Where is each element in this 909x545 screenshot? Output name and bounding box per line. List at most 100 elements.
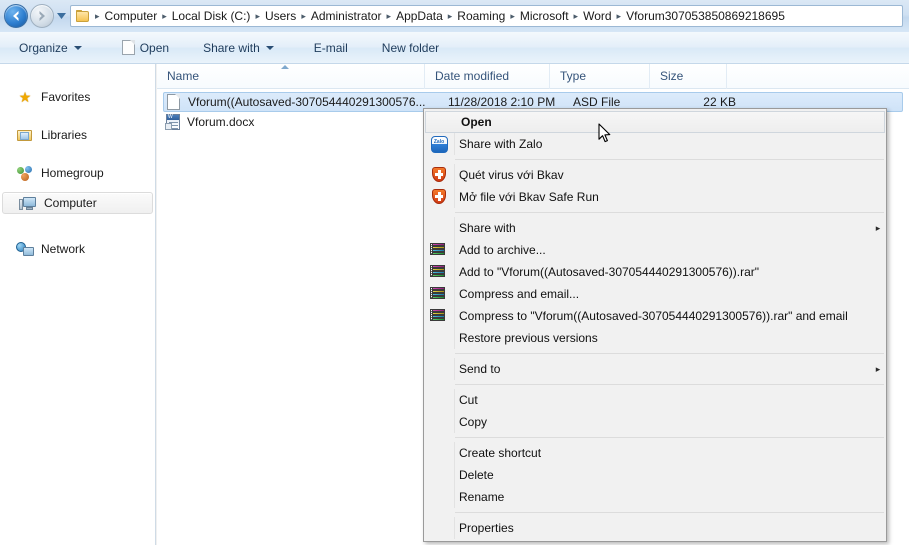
sidebar-item-libraries[interactable]: Libraries — [0, 116, 155, 154]
computer-icon — [19, 195, 37, 211]
breadcrumb-item-microsoft[interactable]: Microsoft — [517, 8, 572, 24]
submenu-arrow-icon: ▸ — [875, 363, 881, 374]
context-menu-item-add-to-archive[interactable]: Add to archive... — [424, 239, 886, 261]
menu-separator — [455, 353, 884, 354]
context-menu-item-label: Share with — [459, 221, 516, 235]
context-menu-item-open[interactable]: Open — [425, 111, 885, 133]
libraries-icon — [16, 127, 34, 143]
context-menu-item-label: Restore previous versions — [459, 331, 598, 345]
column-header-label: Type — [560, 69, 587, 83]
breadcrumb-item-users[interactable]: Users — [262, 8, 299, 24]
context-menu-item-scan-with-bkav[interactable]: Quét virus với Bkav — [424, 164, 886, 186]
chevron-down-icon — [56, 13, 66, 19]
breadcrumb-bar[interactable]: ▸ Computer ▸ Local Disk (C:) ▸ Users ▸ A… — [70, 5, 903, 27]
column-header-name[interactable]: Name — [157, 63, 425, 89]
menu-icon-slot — [424, 283, 454, 305]
column-header-size[interactable]: Size — [650, 63, 727, 89]
context-menu-item-open-with-bkav-safe-run[interactable]: Mở file với Bkav Safe Run — [424, 186, 886, 208]
file-type-cell: ASD File — [573, 95, 621, 109]
menu-icon-slot — [424, 464, 454, 486]
breadcrumb-separator: ▸ — [301, 10, 306, 21]
submenu-arrow-icon: ▸ — [875, 222, 881, 233]
context-menu-item-compress-and-email[interactable]: Compress and email... — [424, 283, 886, 305]
context-menu-item-compress-to-named-rar-and-email[interactable]: Compress to "Vforum((Autosaved-307054440… — [424, 305, 886, 327]
breadcrumb-item-appdata[interactable]: AppData — [393, 8, 446, 24]
bkav-shield-icon — [432, 167, 446, 183]
context-menu-item-rename[interactable]: Rename — [424, 486, 886, 508]
context-menu-item-add-to-named-rar[interactable]: Add to "Vforum((Autosaved-30705444029130… — [424, 261, 886, 283]
breadcrumb-item-roaming[interactable]: Roaming — [454, 8, 508, 24]
toolbar-open-button[interactable]: Open — [113, 37, 178, 59]
menu-icon-slot — [424, 217, 454, 239]
context-menu-item-label: Quét virus với Bkav — [459, 168, 564, 182]
sidebar-item-computer[interactable]: Computer — [2, 192, 153, 214]
menu-icon-slot: Zalo — [424, 133, 454, 155]
column-header-type[interactable]: Type — [550, 63, 650, 89]
sidebar-item-favorites[interactable]: ★ Favorites — [0, 78, 155, 116]
sidebar-item-homegroup[interactable]: Homegroup — [0, 154, 155, 192]
menu-icon-slot — [426, 111, 456, 133]
context-menu-item-properties[interactable]: Properties — [424, 517, 886, 539]
forward-arrow-icon — [39, 11, 45, 21]
context-menu-item-label: Delete — [459, 468, 494, 482]
menu-separator — [455, 512, 884, 513]
context-menu-item-label: Rename — [459, 490, 505, 504]
file-name-cell: Vforum((Autosaved-307054440291300576... — [188, 95, 426, 109]
file-size-cell: 22 KB — [703, 95, 736, 109]
sidebar-item-label: Network — [41, 242, 86, 256]
column-header-label: Size — [660, 69, 684, 83]
toolbar-open-label: Open — [139, 40, 170, 55]
breadcrumb-item-administrator[interactable]: Administrator — [308, 8, 385, 24]
breadcrumb-item-word[interactable]: Word — [580, 8, 614, 24]
toolbar-email-label: E-mail — [313, 40, 348, 55]
winrar-icon — [430, 264, 447, 280]
back-button[interactable] — [4, 4, 28, 28]
context-menu-item-copy[interactable]: Copy — [424, 411, 886, 433]
context-menu-item-label: Mở file với Bkav Safe Run — [459, 190, 599, 204]
breadcrumb-separator: ▸ — [573, 10, 579, 21]
context-menu-item-restore-previous-versions[interactable]: Restore previous versions — [424, 327, 886, 349]
toolbar-organize-button[interactable]: Organize — [10, 37, 91, 59]
file-date-cell: 11/28/2018 2:10 PM — [448, 95, 556, 109]
breadcrumb-separator: ▸ — [616, 10, 622, 21]
menu-icon-slot — [424, 239, 454, 261]
context-menu-item-label: Cut — [459, 393, 478, 407]
history-dropdown-button[interactable] — [54, 4, 68, 28]
context-menu-item-share-with[interactable]: Share with ▸ — [424, 217, 886, 239]
sidebar-item-label: Homegroup — [41, 166, 104, 180]
breadcrumb-item-current-folder[interactable]: Vforum307053850869218695 — [623, 8, 788, 24]
context-menu-item-cut[interactable]: Cut — [424, 389, 886, 411]
menu-icon-slot — [424, 305, 454, 327]
context-menu-item-create-shortcut[interactable]: Create shortcut — [424, 442, 886, 464]
menu-icon-slot — [424, 261, 454, 283]
menu-icon-slot — [424, 164, 454, 186]
menu-icon-slot — [424, 186, 454, 208]
column-header-date-modified[interactable]: Date modified — [425, 63, 550, 89]
toolbar-new-folder-button[interactable]: New folder — [373, 37, 448, 59]
forward-button[interactable] — [30, 4, 54, 28]
context-menu-item-share-with-zalo[interactable]: Zalo Share with Zalo — [424, 133, 886, 155]
sidebar-item-label: Favorites — [41, 90, 91, 104]
context-menu-item-delete[interactable]: Delete — [424, 464, 886, 486]
chevron-down-icon — [73, 45, 82, 50]
winrar-icon — [430, 308, 447, 324]
bkav-shield-icon — [432, 189, 446, 205]
menu-icon-slot — [424, 389, 454, 411]
toolbar-email-button[interactable]: E-mail — [305, 37, 357, 59]
column-header-label: Date modified — [435, 69, 510, 83]
breadcrumb-separator: ▸ — [447, 10, 453, 21]
menu-icon-slot — [424, 442, 454, 464]
document-icon — [121, 40, 135, 55]
toolbar-share-with-button[interactable]: Share with — [194, 37, 283, 59]
menu-separator — [455, 159, 884, 160]
menu-icon-slot — [424, 358, 454, 380]
command-toolbar: Organize Open Share with E-mail New fold… — [0, 32, 909, 64]
context-menu-item-send-to[interactable]: Send to ▸ — [424, 358, 886, 380]
breadcrumb-item-computer[interactable]: Computer — [102, 8, 161, 24]
breadcrumb-item-local-disk[interactable]: Local Disk (C:) — [169, 8, 254, 24]
homegroup-icon — [16, 165, 34, 181]
sidebar-item-network[interactable]: Network — [0, 230, 155, 268]
menu-separator — [455, 212, 884, 213]
column-header-filler — [727, 64, 909, 89]
address-bar: ▸ Computer ▸ Local Disk (C:) ▸ Users ▸ A… — [0, 0, 909, 32]
